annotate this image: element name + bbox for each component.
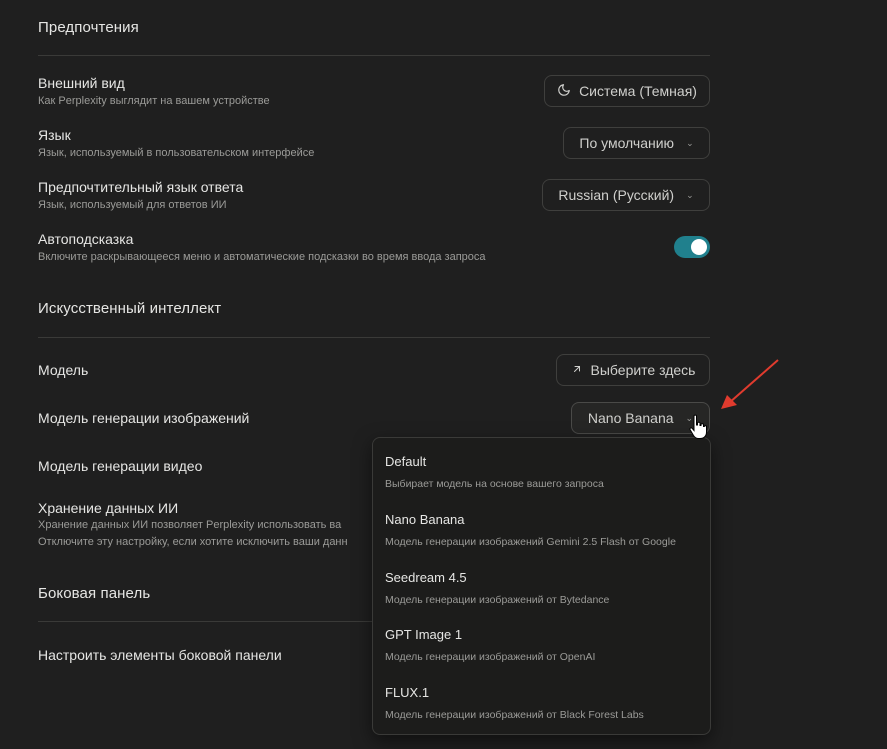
option-desc: Модель генерации изображений Gemini 2.5 … bbox=[385, 536, 676, 548]
response-language-desc: Язык, используемый для ответов ИИ bbox=[38, 199, 227, 211]
response-language-value: Russian (Русский) bbox=[558, 187, 675, 203]
divider bbox=[38, 55, 710, 56]
option-desc: Модель генерации изображений от Bytedanc… bbox=[385, 594, 610, 606]
appearance-title: Внешний вид bbox=[38, 75, 125, 91]
option-title: GPT Image 1 bbox=[385, 627, 463, 642]
language-value: По умолчанию bbox=[579, 135, 675, 151]
image-model-dropdown: Default Выбирает модель на основе вашего… bbox=[372, 437, 711, 735]
option-desc: Модель генерации изображений от Black Fo… bbox=[385, 709, 644, 721]
autosuggest-desc: Включите раскрывающееся меню и автоматич… bbox=[38, 251, 486, 263]
language-select-button[interactable]: По умолчанию ⌄ bbox=[563, 127, 710, 159]
chevron-down-icon: ⌄ bbox=[686, 137, 694, 148]
dropdown-option-seedream[interactable]: Seedream 4.5 Модель генерации изображени… bbox=[385, 570, 705, 620]
arrow-up-right-icon bbox=[571, 362, 583, 378]
choose-model-button[interactable]: Выберите здесь bbox=[556, 354, 710, 386]
model-title: Модель bbox=[38, 362, 89, 378]
ai-section-title: Искусственный интеллект bbox=[38, 300, 222, 317]
option-title: FLUX.1 bbox=[385, 685, 430, 700]
appearance-select-button[interactable]: Система (Темная) bbox=[544, 75, 710, 107]
data-retention-desc-line2: Отключите эту настройку, если хотите иск… bbox=[38, 536, 348, 548]
autosuggest-toggle[interactable] bbox=[674, 236, 710, 258]
preferences-section-title: Предпочтения bbox=[38, 19, 139, 36]
dropdown-option-gpt-image[interactable]: GPT Image 1 Модель генерации изображений… bbox=[385, 627, 705, 677]
customize-sidebar-title: Настроить элементы боковой панели bbox=[38, 647, 282, 663]
language-title: Язык bbox=[38, 127, 71, 143]
data-retention-title: Хранение данных ИИ bbox=[38, 500, 179, 516]
dropdown-option-flux[interactable]: FLUX.1 Модель генерации изображений от B… bbox=[385, 685, 705, 735]
appearance-value: Система (Темная) bbox=[579, 83, 697, 99]
video-model-title: Модель генерации видео bbox=[38, 458, 203, 474]
divider bbox=[38, 337, 710, 338]
language-desc: Язык, используемый в пользовательском ин… bbox=[38, 147, 315, 159]
image-model-title: Модель генерации изображений bbox=[38, 410, 250, 426]
toggle-knob bbox=[691, 239, 707, 255]
red-arrow-annotation bbox=[721, 359, 779, 409]
sidebar-section-title: Боковая панель bbox=[38, 585, 151, 602]
option-title: Seedream 4.5 bbox=[385, 570, 467, 585]
option-title: Nano Banana bbox=[385, 512, 465, 527]
dropdown-option-nano-banana[interactable]: Nano Banana Модель генерации изображений… bbox=[385, 512, 705, 562]
option-desc: Выбирает модель на основе вашего запроса bbox=[385, 478, 604, 490]
chevron-down-icon: ⌄ bbox=[686, 189, 694, 200]
image-model-value: Nano Banana bbox=[587, 410, 674, 426]
autosuggest-title: Автоподсказка bbox=[38, 231, 134, 247]
appearance-desc: Как Perplexity выглядит на вашем устройс… bbox=[38, 95, 270, 107]
option-title: Default bbox=[385, 454, 427, 469]
response-language-title: Предпочтительный язык ответа bbox=[38, 179, 244, 195]
hand-cursor-icon bbox=[689, 414, 707, 439]
data-retention-desc-line1: Хранение данных ИИ позволяет Perplexity … bbox=[38, 519, 342, 531]
response-language-select-button[interactable]: Russian (Русский) ⌄ bbox=[542, 179, 710, 211]
moon-icon bbox=[557, 83, 571, 100]
option-desc: Модель генерации изображений от OpenAI bbox=[385, 651, 596, 663]
dropdown-option-default[interactable]: Default Выбирает модель на основе вашего… bbox=[385, 454, 705, 504]
choose-model-label: Выберите здесь bbox=[590, 362, 696, 378]
